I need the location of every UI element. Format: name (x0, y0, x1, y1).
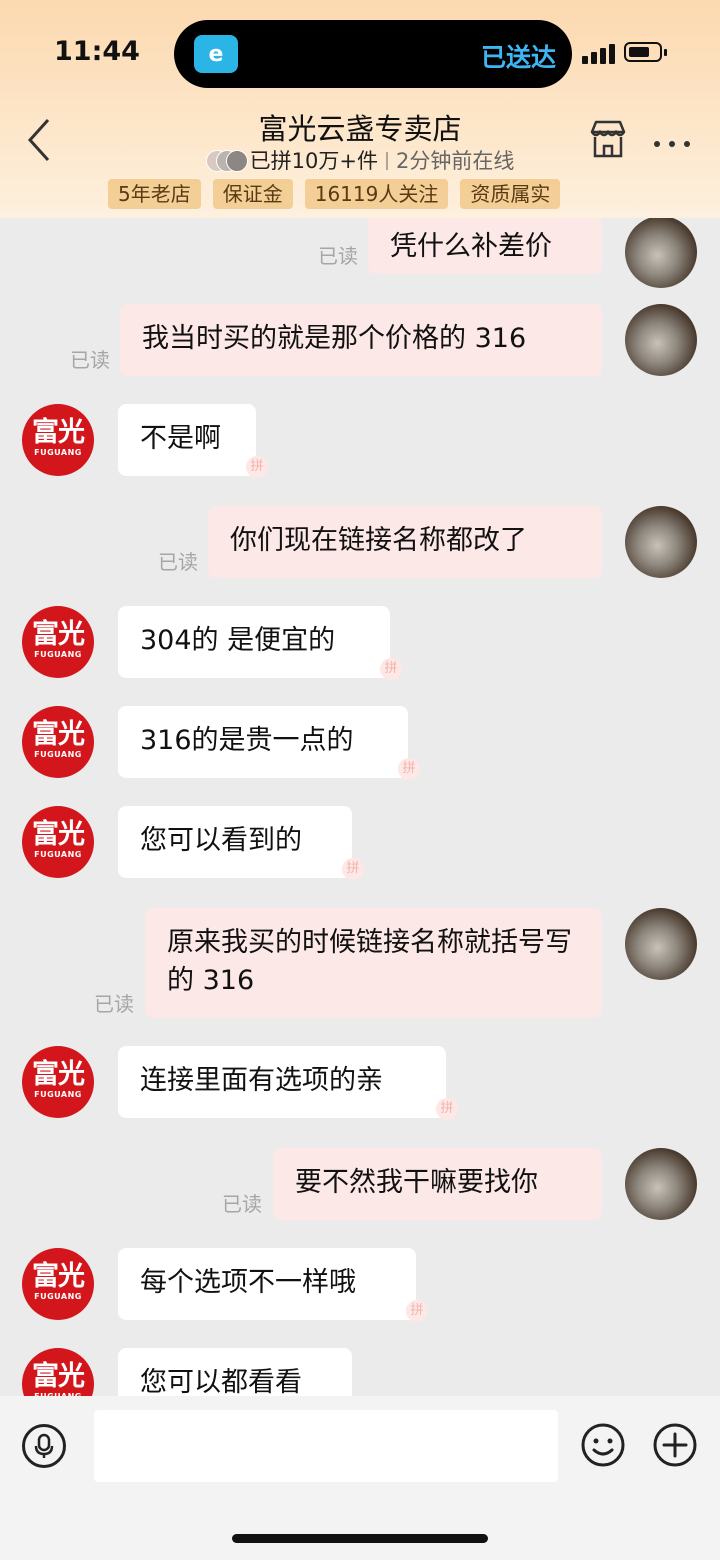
my-avatar[interactable] (625, 218, 697, 288)
message-bubble-mine[interactable]: 我当时买的就是那个价格的 316 (120, 304, 602, 376)
input-bar (0, 1396, 720, 1560)
tag-store-age: 5年老店 (108, 179, 201, 209)
sales-count: 已拼10万+件 (249, 149, 378, 173)
signal-icon (582, 42, 616, 64)
island-status-text: 已送达 (480, 43, 556, 72)
pin-badge-icon: 拼 (398, 758, 420, 780)
my-avatar[interactable] (625, 908, 697, 980)
message-input[interactable] (94, 1410, 558, 1482)
plus-icon[interactable] (652, 1422, 698, 1468)
tag-verified: 资质属实 (460, 179, 561, 209)
shop-avatar[interactable]: 富光FUGUANG (22, 606, 94, 678)
message-bubble-mine[interactable]: 你们现在链接名称都改了 (208, 506, 602, 578)
mic-icon[interactable] (22, 1424, 66, 1468)
shop-tags: 5年老店 保证金 16119人关注 资质属实 (108, 179, 561, 209)
shop-avatar[interactable]: 富光FUGUANG (22, 404, 94, 476)
pin-badge-icon: 拼 (406, 1300, 428, 1322)
dynamic-island[interactable]: e 已送达 (174, 20, 572, 88)
my-avatar[interactable] (625, 304, 697, 376)
message-bubble-shop[interactable]: 316的是贵一点的拼 (118, 706, 420, 780)
message-bubble-shop[interactable]: 您可以看到的拼 (118, 806, 364, 880)
island-app-icon: e (194, 35, 238, 73)
emoji-icon[interactable] (580, 1422, 626, 1468)
message-bubble-shop[interactable]: 连接里面有选项的亲拼 (118, 1046, 458, 1120)
my-avatar[interactable] (625, 1148, 697, 1220)
pin-badge-icon: 拼 (380, 658, 402, 680)
message-bubble-shop[interactable]: 您可以都看看 (118, 1348, 352, 1396)
message-bubble-mine[interactable]: 原来我买的时候链接名称就括号写的 316 (145, 908, 602, 1018)
my-avatar[interactable] (625, 506, 697, 578)
read-receipt: 已读 (158, 550, 198, 574)
shop-avatar[interactable]: 富光FUGUANG (22, 706, 94, 778)
more-icon[interactable] (652, 134, 692, 147)
tag-deposit: 保证金 (212, 179, 293, 209)
pin-badge-icon: 拼 (436, 1098, 458, 1120)
shop-icon[interactable] (586, 118, 630, 162)
read-receipt: 已读 (94, 992, 134, 1016)
message-bubble-mine[interactable]: 要不然我干嘛要找你 (273, 1148, 602, 1220)
message-bubble-shop[interactable]: 每个选项不一样哦拼 (118, 1248, 428, 1322)
chat-message-list[interactable]: 已读 凭什么补差价 已读 我当时买的就是那个价格的 316 富光 FUGUANG … (0, 218, 720, 1396)
pin-badge-icon: 拼 (246, 456, 268, 478)
shop-avatar[interactable]: 富光FUGUANG (22, 806, 94, 878)
message-bubble-shop[interactable]: 304的 是便宜的拼 (118, 606, 402, 680)
message-bubble-shop[interactable]: 不是啊拼 (118, 404, 268, 478)
pin-badge-icon: 拼 (342, 858, 364, 880)
tag-followers: 16119人关注 (304, 179, 449, 209)
shop-avatar[interactable]: 富光FUGUANG (22, 1046, 94, 1118)
message-bubble-mine[interactable]: 凭什么补差价 (368, 218, 602, 274)
chat-header: 11:44 e 已送达 富光云盏专卖店 已拼10万+件 2分钟前在线 5年老店 保… (0, 0, 720, 218)
status-time: 11:44 (54, 36, 140, 67)
read-receipt: 已读 (70, 348, 110, 372)
buyer-avatars (205, 150, 248, 172)
home-indicator[interactable] (232, 1534, 488, 1543)
read-receipt: 已读 (318, 244, 358, 268)
battery-icon (624, 42, 667, 62)
shop-avatar[interactable]: 富光FUGUANG (22, 1248, 94, 1320)
online-status: 2分钟前在线 (395, 149, 515, 173)
read-receipt: 已读 (222, 1192, 262, 1216)
shop-avatar[interactable]: 富光FUGUANG (22, 1348, 94, 1396)
